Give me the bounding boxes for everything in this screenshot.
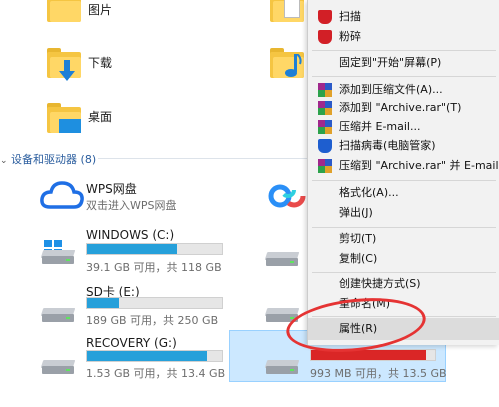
music-note-icon — [285, 54, 302, 77]
drive-g-info: 1.53 GB 可用，共 13.4 GB — [86, 367, 226, 380]
menu-item-shred[interactable]: 粉碎 — [308, 26, 499, 48]
menu-item-label: 复制(C) — [339, 252, 378, 265]
menu-item-label: 弹出(J) — [339, 206, 373, 219]
mcafee-shield-icon — [318, 10, 332, 24]
document-page-icon — [284, 0, 300, 18]
devices-section-header[interactable]: ⌄ 设备和驱动器 (8) — [0, 151, 96, 167]
section-title: 设备和驱动器 (8) — [11, 153, 97, 166]
drive-g-usage-bar — [86, 350, 223, 362]
menu-item-label: 固定到"开始"屏幕(P) — [339, 56, 442, 69]
pc-manager-shield-icon — [318, 139, 332, 153]
chevron-down-icon[interactable]: ⌄ — [0, 156, 8, 166]
menu-separator — [312, 180, 496, 181]
menu-item-pin-start[interactable]: 固定到"开始"屏幕(P) — [308, 52, 499, 74]
menu-item-scan[interactable]: 扫描 — [308, 6, 499, 28]
menu-separator — [312, 76, 496, 77]
menu-item-copy[interactable]: 复制(C) — [308, 248, 499, 270]
desktop-screen-icon — [59, 119, 81, 133]
wps-drive-subtitle: 双击进入WPS网盘 — [86, 199, 177, 212]
hard-drive-icon[interactable] — [264, 350, 300, 374]
drive-g-name[interactable]: RECOVERY (G:) — [86, 336, 177, 350]
section-divider — [98, 158, 308, 159]
folder-downloads-label[interactable]: 下载 — [88, 54, 112, 71]
menu-item-compress-rar-email[interactable]: 压缩到 "Archive.rar" 并 E-mail — [308, 155, 499, 177]
folder-downloads-icon[interactable] — [47, 48, 81, 81]
winrar-icon — [318, 120, 332, 134]
folder-desktop-label[interactable]: 桌面 — [88, 108, 112, 125]
menu-item-eject[interactable]: 弹出(J) — [308, 202, 499, 224]
drive-c-usage-fill — [87, 244, 178, 254]
menu-item-label: 创建快捷方式(S) — [339, 277, 421, 290]
drive-e-usage-bar — [86, 297, 223, 309]
menu-item-label: 压缩到 "Archive.rar" 并 E-mail — [339, 159, 499, 172]
menu-item-virus-scan[interactable]: 扫描病毒(电脑管家) — [308, 135, 499, 157]
folder-music-icon[interactable] — [270, 48, 304, 78]
hard-drive-icon[interactable] — [40, 350, 76, 374]
drive-selected-info: 993 MB 可用，共 13.5 GB — [310, 367, 447, 380]
wps-drive-name[interactable]: WPS网盘 — [86, 180, 137, 197]
menu-separator — [312, 50, 496, 51]
drive-g-usage-fill — [87, 351, 208, 361]
drive-e-usage-fill — [87, 298, 120, 308]
download-arrow-icon — [59, 60, 75, 81]
winrar-icon — [318, 159, 332, 173]
winrar-icon — [318, 83, 332, 97]
folder-pictures-icon[interactable] — [47, 0, 81, 22]
hard-drive-icon[interactable] — [40, 240, 76, 264]
drive-e-info: 189 GB 可用，共 250 GB — [86, 314, 219, 327]
folder-desktop-icon[interactable] — [47, 103, 81, 133]
context-menu: 扫描 粉碎 固定到"开始"屏幕(P) 添加到压缩文件(A)... 添加到 "Ar… — [307, 0, 499, 345]
mcafee-shield-icon — [318, 30, 332, 44]
menu-item-cut[interactable]: 剪切(T) — [308, 228, 499, 250]
winrar-icon — [318, 101, 332, 115]
baidu-netdisk-icon[interactable] — [268, 180, 306, 210]
menu-item-format[interactable]: 格式化(A)... — [308, 182, 499, 204]
menu-item-label: 扫描病毒(电脑管家) — [339, 139, 436, 152]
drive-c-usage-bar — [86, 243, 223, 255]
menu-item-create-shortcut[interactable]: 创建快捷方式(S) — [308, 273, 499, 295]
hard-drive-icon[interactable] — [40, 298, 76, 322]
hard-drive-icon[interactable] — [264, 242, 300, 266]
menu-item-label: 剪切(T) — [339, 232, 377, 245]
wps-cloud-icon[interactable] — [40, 180, 84, 210]
menu-item-label: 格式化(A)... — [339, 186, 399, 199]
drive-c-info: 39.1 GB 可用，共 118 GB — [86, 261, 222, 274]
folder-pictures-label[interactable]: 图片 — [88, 1, 112, 18]
folder-documents-icon[interactable] — [270, 0, 304, 22]
menu-item-label: 粉碎 — [339, 30, 361, 43]
drive-c-name[interactable]: WINDOWS (C:) — [86, 228, 174, 242]
menu-item-label: 扫描 — [339, 10, 361, 23]
